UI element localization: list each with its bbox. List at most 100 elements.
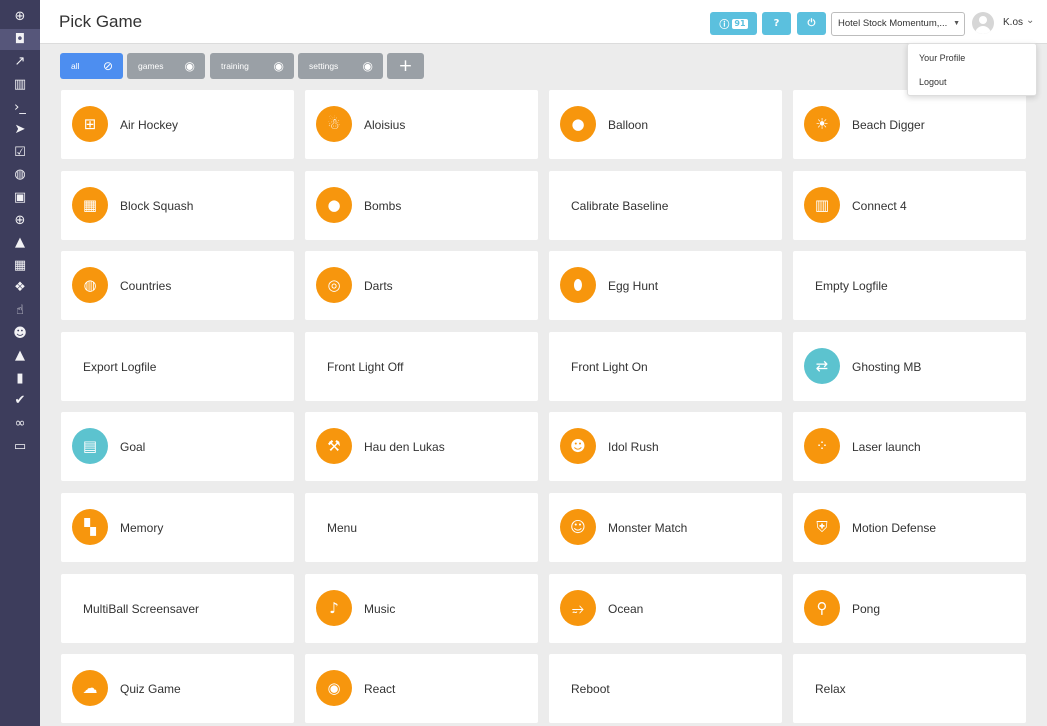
hammer-icon: ⚒: [316, 428, 352, 465]
game-label: Countries: [120, 279, 172, 294]
logout-menu-item[interactable]: Logout: [919, 77, 947, 87]
game-tile[interactable]: ⛨ Motion Defense: [793, 493, 1026, 562]
game-tile[interactable]: ▚ Memory: [61, 493, 294, 562]
globe-icon: ◍: [72, 267, 108, 304]
location-arrow-icon[interactable]: ➤: [0, 119, 40, 141]
game-label: Ghosting MB: [852, 359, 922, 374]
avatar[interactable]: [972, 12, 994, 34]
game-label: Calibrate Baseline: [571, 198, 669, 213]
game-tile[interactable]: Front Light On: [549, 331, 782, 401]
game-tile[interactable]: ⁘ Laser launch: [793, 412, 1026, 482]
game-tile[interactable]: ☁ Quiz Game: [61, 654, 294, 724]
game-tile[interactable]: ☃ Aloisius: [305, 90, 538, 159]
user-name[interactable]: K.os: [1003, 17, 1023, 28]
shield-icon: ⛨: [804, 509, 840, 545]
your-profile-menu-item[interactable]: Your Profile: [919, 53, 965, 63]
game-label: Darts: [364, 279, 393, 294]
game-label: Monster Match: [608, 521, 688, 535]
game-tile[interactable]: ⬮ Egg Hunt: [549, 251, 782, 321]
power-button[interactable]: ⏻: [797, 12, 826, 35]
filter-label: games: [138, 61, 164, 71]
image-icon[interactable]: ▣: [0, 187, 40, 209]
game-label: React: [364, 682, 396, 697]
game-label: Air Hockey: [120, 118, 179, 132]
react-rings-icon: ◉: [316, 670, 352, 707]
game-label: Front Light On: [571, 359, 648, 374]
line-chart-icon[interactable]: ↗: [0, 51, 40, 73]
swap-arrows-icon: ⇄: [804, 347, 840, 384]
game-tile[interactable]: ▤ Goal: [61, 412, 294, 482]
game-tile[interactable]: ⊞ Air Hockey: [61, 90, 294, 159]
game-label: Beach Digger: [852, 118, 925, 132]
filter-settings[interactable]: settings ◉: [298, 53, 383, 79]
filter-label: training: [221, 61, 249, 71]
game-tile[interactable]: Export Logfile: [61, 331, 294, 401]
hotel-select[interactable]: Hotel Stock Momentum,... ▼: [831, 12, 965, 36]
power-icon: ⏻: [807, 18, 816, 29]
check-square-icon[interactable]: ☑: [0, 142, 40, 164]
idol-mask-icon: ☻: [560, 428, 596, 465]
eye-icon[interactable]: ◉: [274, 59, 284, 73]
credit-card-icon[interactable]: ▭: [0, 435, 40, 457]
memory-cards-icon: ▚: [72, 509, 108, 545]
thumbs-up-icon[interactable]: ☝: [0, 300, 40, 322]
game-tile[interactable]: ⚲ Pong: [793, 573, 1026, 643]
game-tile[interactable]: ⥴ Ocean: [549, 573, 782, 643]
dashboard-icon-2[interactable]: ⊕: [0, 209, 40, 231]
filter-training[interactable]: training ◉: [210, 53, 294, 79]
info-button[interactable]: ⓘ 91: [710, 12, 757, 35]
game-tile[interactable]: ▥ Connect 4: [793, 170, 1026, 240]
chevron-down-icon[interactable]: ⌄: [1026, 15, 1034, 26]
game-label: Motion Defense: [852, 521, 937, 535]
game-tile[interactable]: ⇄ Ghosting MB: [793, 331, 1026, 401]
question-icon: ?: [773, 18, 780, 29]
warning-icon[interactable]: ▲: [0, 232, 40, 254]
game-tile[interactable]: ☻ Idol Rush: [549, 412, 782, 482]
users-icon[interactable]: ☻: [0, 322, 40, 344]
game-tile[interactable]: ● Balloon: [549, 90, 782, 159]
game-tile[interactable]: ☺ Monster Match: [549, 493, 782, 562]
game-tile[interactable]: MultiBall Screensaver: [61, 573, 294, 643]
help-button[interactable]: ?: [762, 12, 791, 35]
game-tile[interactable]: ◉ React: [305, 654, 538, 724]
eye-off-icon[interactable]: ⊘: [103, 59, 113, 73]
caret-down-icon: ▼: [953, 20, 960, 27]
game-label: Menu: [327, 521, 358, 535]
user-menu-dropdown: Your Profile Logout: [907, 43, 1037, 96]
game-tile[interactable]: ☀ Beach Digger: [793, 90, 1026, 159]
game-tile[interactable]: Reboot: [549, 654, 782, 724]
game-label: Front Light Off: [327, 359, 404, 374]
check-icon[interactable]: ✔: [0, 390, 40, 412]
area-chart-icon[interactable]: ▲: [0, 345, 40, 367]
game-tile[interactable]: Calibrate Baseline: [549, 170, 782, 240]
terminal-icon[interactable]: ›_: [0, 96, 40, 118]
filter-label: settings: [309, 61, 339, 71]
game-tile[interactable]: ◎ Darts: [305, 251, 538, 321]
bar-chart-icon[interactable]: ▥: [0, 74, 40, 96]
game-tile[interactable]: Front Light Off: [305, 331, 538, 401]
game-tile[interactable]: ▦ Block Squash: [61, 170, 294, 240]
eye-icon[interactable]: ◉: [363, 59, 373, 73]
filter-all[interactable]: all ⊘: [60, 53, 123, 79]
game-tile[interactable]: ◍ Countries: [61, 251, 294, 321]
filter-games[interactable]: games ◉: [127, 53, 205, 79]
game-label: Export Logfile: [83, 359, 157, 374]
game-label: Memory: [120, 521, 164, 535]
cubes-icon[interactable]: ❖: [0, 277, 40, 299]
game-tile[interactable]: ♪ Music: [305, 573, 538, 643]
mobile-icon[interactable]: ▮: [0, 368, 40, 390]
game-tile[interactable]: ● Bombs: [305, 170, 538, 240]
game-tile[interactable]: Relax: [793, 654, 1026, 724]
eye-icon[interactable]: ◉: [185, 59, 195, 73]
gamepad-icon[interactable]: ◘: [0, 28, 40, 51]
add-filter-button[interactable]: +: [387, 53, 424, 79]
link-icon[interactable]: ∞: [0, 413, 40, 435]
game-tile[interactable]: ⚒ Hau den Lukas: [305, 412, 538, 482]
filter-label: all: [71, 61, 80, 71]
globe-icon[interactable]: ◍: [0, 164, 40, 186]
game-tile[interactable]: Empty Logfile: [793, 251, 1026, 321]
music-note-icon: ♪: [316, 589, 352, 626]
game-tile[interactable]: Menu: [305, 493, 538, 562]
calendar-icon[interactable]: ▦: [0, 255, 40, 277]
dashboard-icon[interactable]: ⊕: [0, 6, 40, 28]
